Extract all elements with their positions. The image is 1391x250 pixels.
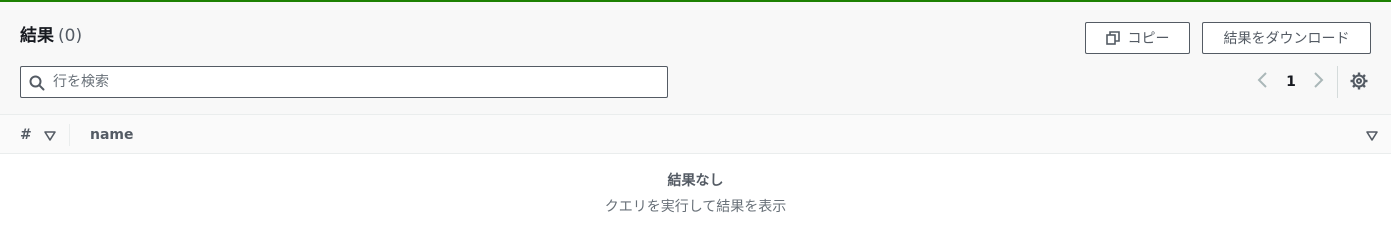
download-button-label: 結果をダウンロード: [1223, 31, 1350, 47]
empty-state-message: クエリを実行して結果を表示: [604, 199, 787, 215]
download-results-button[interactable]: 結果をダウンロード: [1202, 22, 1371, 54]
pager-divider: [1337, 66, 1338, 98]
copy-button-label: コピー: [1127, 31, 1170, 47]
search-box[interactable]: [20, 66, 668, 98]
results-title: 結果 (0): [20, 26, 82, 46]
search-input[interactable]: [53, 67, 653, 97]
chevron-right-icon: [1312, 71, 1324, 93]
results-panel: 結果 (0) コピー 結果をダウンロード 行を検索 1 # name 結果なし …: [0, 2, 1391, 250]
column-header-name[interactable]: name: [90, 127, 134, 143]
column-divider[interactable]: [69, 124, 70, 146]
search-icon: [29, 75, 45, 91]
empty-state-title: 結果なし: [667, 173, 724, 189]
next-page-button[interactable]: [1308, 70, 1328, 94]
column-header-index: #: [20, 127, 32, 143]
gear-icon: [1350, 72, 1368, 94]
results-count: (0): [58, 26, 83, 46]
settings-button[interactable]: [1348, 72, 1370, 94]
results-header: 結果 (0) コピー 結果をダウンロード 行を検索 1: [0, 2, 1391, 114]
sort-down-icon[interactable]: [43, 128, 57, 142]
chevron-left-icon: [1257, 71, 1269, 93]
copy-icon: [1105, 31, 1120, 45]
copy-button[interactable]: コピー: [1085, 22, 1190, 54]
table-header: # name: [0, 114, 1391, 154]
current-page-number[interactable]: 1: [1281, 72, 1301, 92]
sort-down-icon[interactable]: [1365, 128, 1379, 142]
previous-page-button[interactable]: [1253, 70, 1273, 94]
results-title-label: 結果: [20, 26, 54, 46]
